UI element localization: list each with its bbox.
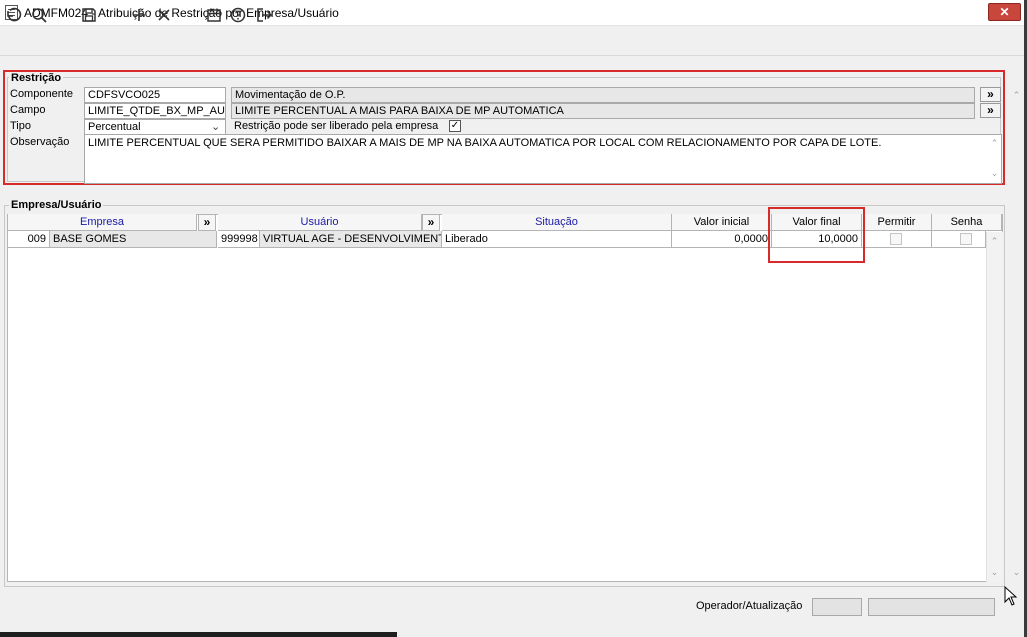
restricao-legend: Restrição (9, 72, 64, 84)
plus-icon[interactable] (128, 5, 150, 25)
empresa-usuario-grid (7, 214, 1003, 582)
atualizacao-field (868, 598, 995, 616)
operador-field (812, 598, 862, 616)
cell-valor-inicial[interactable]: 0,0000 (672, 231, 772, 248)
search-icon[interactable] (28, 5, 50, 25)
componente-lookup-button[interactable]: » (980, 87, 1001, 102)
undo-icon[interactable] (2, 5, 24, 25)
column-header-usuario[interactable]: Usuário (218, 214, 422, 231)
cell-empresa-name: BASE GOMES (50, 231, 217, 248)
senha-checkbox[interactable] (960, 233, 972, 245)
column-header-situacao[interactable]: Situação (442, 214, 672, 231)
mouse-cursor-icon (1004, 585, 1018, 609)
close-window-button[interactable]: ✕ (988, 3, 1021, 21)
cell-situacao[interactable]: Liberado (442, 231, 672, 248)
campo-label: Campo (10, 104, 46, 116)
componente-label: Componente (10, 88, 73, 100)
liberado-checkbox[interactable]: ✓ (449, 120, 461, 132)
close-icon[interactable] (153, 5, 175, 25)
save-icon[interactable] (78, 5, 100, 25)
exit-icon[interactable] (253, 5, 275, 25)
cell-empresa-code[interactable]: 009 (8, 231, 50, 248)
tipo-label: Tipo (10, 120, 31, 132)
scroll-down-icon[interactable]: ⌄ (988, 168, 1001, 179)
permitir-checkbox[interactable] (890, 233, 902, 245)
scroll-up-icon[interactable]: ⌃ (988, 138, 1001, 149)
campo-lookup-button[interactable]: » (980, 103, 1001, 118)
grid-scroll-up-icon[interactable]: ⌃ (987, 236, 1002, 247)
column-header-permitir[interactable]: Permitir (862, 214, 932, 231)
valor-final-highlight-frame (768, 207, 865, 263)
campo-description-field: LIMITE PERCENTUAL A MAIS PARA BAIXA DE M… (231, 103, 975, 119)
empresa-lookup-button[interactable]: » (198, 214, 216, 231)
column-header-valor-inicial[interactable]: Valor inicial (672, 214, 772, 231)
componente-code-field[interactable]: CDFSVCO025 (84, 87, 226, 103)
column-header-empresa[interactable]: Empresa (8, 214, 197, 231)
cell-usuario-name: VIRTUAL AGE - DESENVOLVIMENTO (260, 231, 442, 248)
empresa-usuario-legend: Empresa/Usuário (9, 199, 104, 211)
toolbar (0, 26, 1027, 56)
observacao-label: Observação (10, 136, 70, 148)
liberado-label: Restrição pode ser liberado pela empresa (234, 120, 439, 132)
window-scroll-up-icon[interactable]: ⌃ (1009, 90, 1024, 101)
calendar-icon[interactable] (203, 5, 225, 25)
window-scroll-down-icon[interactable]: ⌄ (1009, 567, 1024, 578)
grid-scroll-down-icon[interactable]: ⌄ (987, 567, 1002, 578)
chevron-down-icon[interactable]: ⌄ (211, 120, 220, 133)
taskbar-strip (0, 632, 397, 637)
column-header-senha[interactable]: Senha (932, 214, 1002, 231)
cell-usuario-code[interactable]: 999998 (218, 231, 260, 248)
window-scrollbar[interactable] (1009, 56, 1024, 581)
tipo-select[interactable]: Percentual (84, 119, 226, 135)
grid-scrollbar[interactable] (986, 232, 1003, 582)
window-title: ADMFM024 - Atribuição de Restrição por E… (24, 6, 339, 20)
help-icon[interactable] (227, 5, 249, 25)
campo-code-field[interactable]: LIMITE_QTDE_BX_MP_AU (84, 103, 226, 119)
cell-senha[interactable] (932, 231, 986, 248)
operador-atualizacao-label: Operador/Atualização (696, 600, 803, 612)
observacao-textarea[interactable]: LIMITE PERCENTUAL QUE SERA PERMITIDO BAI… (84, 134, 1002, 184)
usuario-lookup-button[interactable]: » (422, 214, 440, 231)
observacao-text: LIMITE PERCENTUAL QUE SERA PERMITIDO BAI… (88, 137, 882, 149)
componente-description-field: Movimentação de O.P. (231, 87, 975, 103)
